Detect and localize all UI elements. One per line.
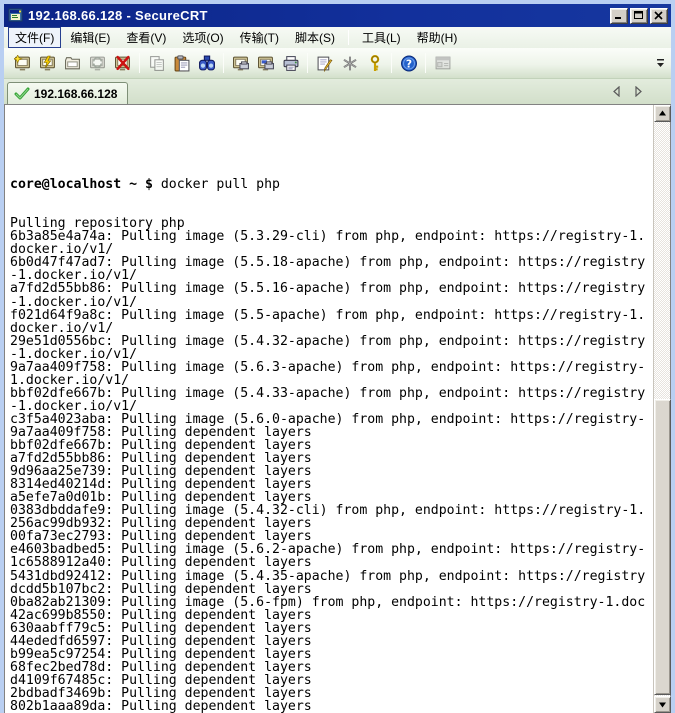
scrollbar-down-icon[interactable] xyxy=(654,696,671,713)
window-title: 192.168.66.128 - SecureCRT xyxy=(28,8,608,23)
reconnect-icon xyxy=(85,51,110,75)
shell-command: docker pull php xyxy=(161,177,280,192)
terminal-line: 0ba82ab21309: Pulling image (5.6-fpm) fr… xyxy=(10,596,652,609)
help-icon[interactable]: ? xyxy=(396,51,421,75)
title-bar: 192.168.66.128 - SecureCRT xyxy=(4,4,671,27)
maximize-button[interactable] xyxy=(630,8,648,24)
terminal-line: -1.docker.io/v1/ xyxy=(10,348,652,361)
terminal-line: 1.docker.io/v1/ xyxy=(10,374,652,387)
terminal-line: dcdd5b107bc2: Pulling dependent layers xyxy=(10,583,652,596)
toolbar: ? xyxy=(4,48,671,79)
tab-bar: 192.168.66.128 xyxy=(4,79,671,104)
disconnect-icon[interactable] xyxy=(110,51,135,75)
print-screen-icon[interactable] xyxy=(228,51,253,75)
session-tab-label: 192.168.66.128 xyxy=(34,87,117,101)
session-options-icon[interactable] xyxy=(312,51,337,75)
toolbar-separator xyxy=(391,53,392,73)
menu-item-transfer[interactable]: 传输(T) xyxy=(233,27,286,48)
toolbar-separator xyxy=(223,53,224,73)
connect-icon[interactable] xyxy=(35,51,60,75)
terminal-line: 44ededfd6597: Pulling dependent layers xyxy=(10,635,652,648)
tab-scroll-right-icon[interactable] xyxy=(631,83,645,99)
connect-in-tab-icon[interactable] xyxy=(60,51,85,75)
prompt-line: core@localhost ~ $ docker pull php xyxy=(10,178,652,191)
terminal-line: docker.io/v1/ xyxy=(10,322,652,335)
paste-icon[interactable] xyxy=(169,51,194,75)
toolbar-separator xyxy=(425,53,426,73)
print-selection-icon[interactable] xyxy=(253,51,278,75)
terminal-line: f021d64f9a8c: Pulling image (5.5-apache)… xyxy=(10,309,652,322)
terminal-area[interactable]: core@localhost ~ $ docker pull php Pulli… xyxy=(4,104,671,713)
terminal-line: -1.docker.io/v1/ xyxy=(10,296,652,309)
connected-check-icon xyxy=(14,87,30,101)
menu-separator xyxy=(348,30,349,45)
close-button[interactable] xyxy=(650,8,668,24)
terminal-line: 630aabff79c5: Pulling dependent layers xyxy=(10,622,652,635)
key-agent-icon[interactable] xyxy=(362,51,387,75)
copy-icon xyxy=(144,51,169,75)
tab-scroll-left-icon[interactable] xyxy=(609,83,623,99)
find-icon[interactable] xyxy=(194,51,219,75)
menu-item-tools[interactable]: 工具(L) xyxy=(355,27,408,48)
toolbar-separator xyxy=(139,53,140,73)
menu-item-view[interactable]: 查看(V) xyxy=(119,27,173,48)
terminal-line: 29e51d0556bc: Pulling image (5.4.32-apac… xyxy=(10,335,652,348)
menu-bar: 文件(F)编辑(E)查看(V)选项(O)传输(T)脚本(S) 工具(L)帮助(H) xyxy=(4,27,671,48)
terminal-line: -1.docker.io/v1/ xyxy=(10,400,652,413)
session-tab[interactable]: 192.168.66.128 xyxy=(7,82,128,104)
terminal-line: 5431dbd92412: Pulling image (5.4.35-apac… xyxy=(10,570,652,583)
terminal-line: 68fec2bed78d: Pulling dependent layers xyxy=(10,661,652,674)
scrollbar-up-icon[interactable] xyxy=(654,105,671,122)
terminal-line: 9a7aa409f758: Pulling image (5.6.3-apach… xyxy=(10,361,652,374)
terminal-line: bbf02dfe667b: Pulling image (5.4.33-apac… xyxy=(10,387,652,400)
minimize-button[interactable] xyxy=(610,8,628,24)
terminal-line: 42ac699b8550: Pulling dependent layers xyxy=(10,609,652,622)
svg-text:?: ? xyxy=(405,57,411,70)
terminal-line: d4109f67485c: Pulling dependent layers xyxy=(10,674,652,687)
keymap-icon[interactable] xyxy=(337,51,362,75)
terminal-line: b99ea5c97254: Pulling dependent layers xyxy=(10,648,652,661)
shell-prompt: core@localhost ~ $ xyxy=(10,177,161,192)
menu-item-file[interactable]: 文件(F) xyxy=(8,27,61,48)
securecrt-window: 192.168.66.128 - SecureCRT 文件(F)编辑(E)查看(… xyxy=(0,0,675,713)
toolbar-overflow-icon[interactable] xyxy=(655,56,667,70)
terminal-line: a7fd2d55bb86: Pulling image (5.5.16-apac… xyxy=(10,282,652,295)
terminal-line: 1c6588912a40: Pulling dependent layers xyxy=(10,556,652,569)
terminal-output: core@localhost ~ $ docker pull php Pulli… xyxy=(6,105,652,713)
terminal-line: 2bdbadf3469b: Pulling dependent layers xyxy=(10,687,652,700)
menu-item-edit[interactable]: 编辑(E) xyxy=(63,27,117,48)
menu-item-script[interactable]: 脚本(S) xyxy=(288,27,342,48)
toolbar-separator xyxy=(307,53,308,73)
vertical-scrollbar[interactable] xyxy=(653,105,670,713)
session-manager-icon xyxy=(430,51,455,75)
menu-item-options[interactable]: 选项(O) xyxy=(175,27,230,48)
quick-connect-icon[interactable] xyxy=(10,51,35,75)
print-icon[interactable] xyxy=(278,51,303,75)
menu-item-help[interactable]: 帮助(H) xyxy=(410,27,465,48)
scrollbar-thumb[interactable] xyxy=(654,399,671,695)
securecrt-app-icon xyxy=(8,8,24,24)
